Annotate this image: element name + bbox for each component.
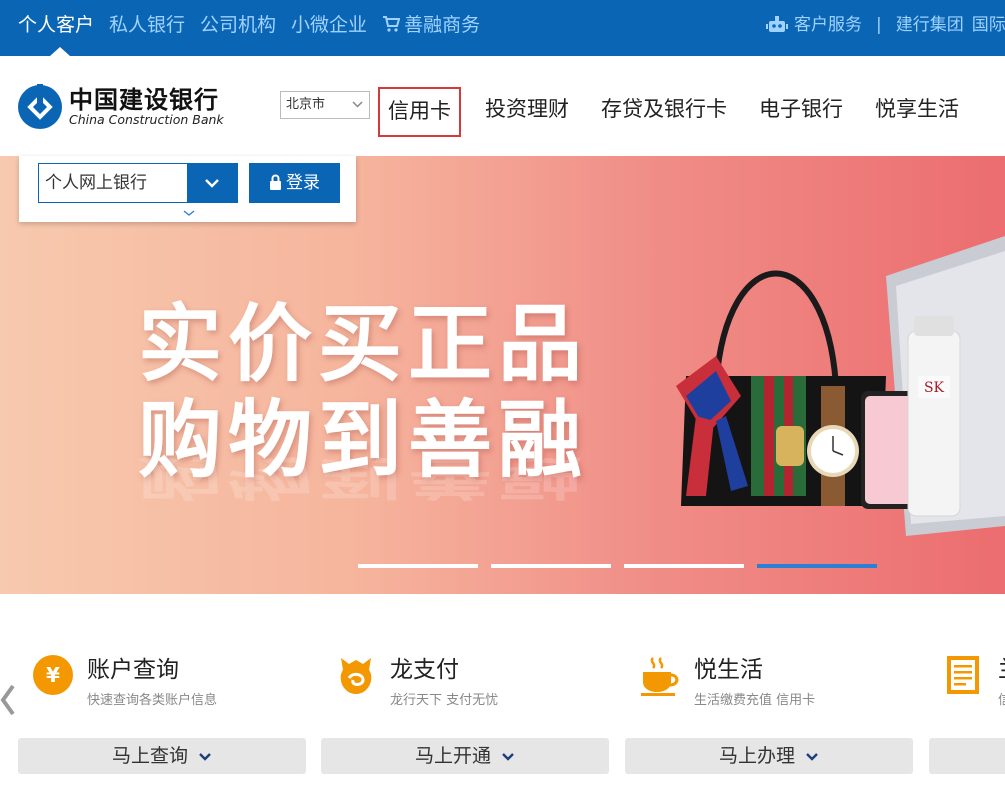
customer-service-link[interactable]: 客户服务	[794, 12, 862, 38]
top-nav-shanrong[interactable]: 善融商务	[382, 12, 480, 38]
chevron-down-icon	[352, 101, 363, 108]
top-nav-small-business[interactable]: 小微企业	[291, 12, 367, 38]
top-nav-label: 私人银行	[109, 14, 186, 36]
ccb-group-link[interactable]: 建行集团	[896, 12, 964, 38]
service-description: 龙行天下 支付无忧	[390, 693, 499, 708]
carousel-dot[interactable]	[624, 564, 744, 568]
expand-panel-icon[interactable]	[183, 210, 195, 217]
service-title: 兰	[998, 654, 1005, 684]
service-description: 快速查询各类账户信息	[87, 693, 218, 708]
top-nav-label: 小微企业	[291, 14, 368, 36]
service-title: 账户查询	[87, 657, 179, 683]
top-nav-label: 公司机构	[200, 14, 277, 36]
top-nav-label: 个人客户	[18, 14, 95, 36]
login-type-value: 个人网上银行	[45, 173, 147, 193]
main-nav: 信用卡 投资理财 存贷及银行卡 电子银行 悦享生活	[378, 87, 981, 137]
chevron-down-icon	[502, 753, 514, 761]
international-link[interactable]: 国际	[972, 12, 1005, 38]
chevron-down-icon	[199, 753, 211, 761]
main-nav-e-banking[interactable]: 电子银行	[749, 87, 853, 137]
action-label: 马上办理	[718, 745, 795, 767]
dragon-pay-icon	[340, 658, 372, 694]
action-label: 马上开通	[414, 745, 491, 767]
coffee-cup-icon	[641, 657, 679, 696]
main-nav-deposits-loans[interactable]: 存贷及银行卡	[591, 87, 737, 137]
carousel-dot-active[interactable]	[757, 564, 877, 568]
city-select[interactable]: 北京市	[280, 91, 370, 119]
chevron-down-icon	[806, 753, 818, 761]
login-type-dropdown-button[interactable]	[187, 164, 237, 202]
login-button[interactable]: 登录	[249, 163, 340, 203]
divider: |	[876, 15, 882, 35]
carousel-indicators	[358, 564, 890, 568]
query-now-button[interactable]: 马上查询	[18, 738, 306, 774]
banner-reflection: 购物到善融	[138, 450, 589, 505]
activate-now-button[interactable]: 马上开通	[321, 738, 609, 774]
banner-line-1: 实价买正品	[138, 294, 589, 393]
top-nav-corporate[interactable]: 公司机构	[200, 12, 276, 38]
service-description: 信	[998, 693, 1005, 708]
carousel-dot[interactable]	[358, 564, 478, 568]
apply-now-button[interactable]: 马上办理	[625, 738, 913, 774]
document-icon	[947, 656, 979, 694]
service-title: 悦生活	[694, 657, 763, 683]
main-nav-credit-card[interactable]: 信用卡	[378, 87, 461, 137]
chevron-down-icon	[205, 179, 219, 188]
lock-icon	[270, 174, 281, 190]
city-value: 北京市	[286, 97, 326, 112]
ccb-logo-icon	[18, 84, 62, 129]
main-nav-lifestyle[interactable]: 悦享生活	[865, 87, 969, 137]
login-button-label: 登录	[286, 173, 320, 193]
action-label: 马上查询	[111, 745, 188, 767]
service-title: 龙支付	[390, 657, 459, 683]
ccb-logo[interactable]: 中国建设银行 China Construction Bank	[17, 84, 224, 130]
login-type-select[interactable]: 个人网上银行	[38, 163, 238, 203]
top-nav-label: 善融商务	[404, 14, 481, 36]
logo-chinese-name: 中国建设银行	[69, 86, 219, 114]
header: 中国建设银行 China Construction Bank 北京市 信用卡 投…	[0, 56, 1005, 156]
service-description: 生活缴费充值 信用卡	[694, 693, 816, 708]
main-nav-investment[interactable]: 投资理财	[475, 87, 579, 137]
cart-icon	[383, 16, 401, 32]
login-panel: 个人网上银行 登录	[19, 156, 356, 222]
active-caret	[50, 47, 70, 56]
product-illustration: SK	[676, 236, 1005, 536]
top-right-links: 客户服务 | 建行集团 国际	[766, 12, 1005, 38]
robot-icon	[766, 16, 788, 32]
service-partial: 兰 信	[929, 654, 1005, 774]
top-nav-private-banking[interactable]: 私人银行	[109, 12, 185, 38]
service-joy-life: 悦生活 生活缴费充值 信用卡 马上办理	[625, 654, 913, 774]
top-nav: 个人客户 私人银行 公司机构 小微企业 善融商务	[18, 12, 495, 56]
top-bar: 个人客户 私人银行 公司机构 小微企业 善融商务 客户服务 | 建行集团 国际	[0, 0, 1005, 56]
svg-text:¥: ¥	[46, 663, 60, 687]
top-nav-personal[interactable]: 个人客户	[18, 12, 95, 56]
quick-services: ¥ 账户查询 快速查询各类账户信息 马上查询 龙支付 龙行天下 支付无忧 马上开…	[0, 594, 1005, 800]
svg-text:SK: SK	[924, 380, 945, 396]
service-dragon-pay: 龙支付 龙行天下 支付无忧 马上开通	[321, 654, 609, 774]
partial-action-button[interactable]	[929, 738, 1005, 774]
logo-english-name: China Construction Bank	[69, 112, 224, 127]
carousel-dot[interactable]	[491, 564, 611, 568]
service-account-query: ¥ 账户查询 快速查询各类账户信息 马上查询	[18, 654, 306, 774]
yuan-icon: ¥	[33, 655, 73, 695]
chevron-left-icon[interactable]	[0, 684, 16, 716]
